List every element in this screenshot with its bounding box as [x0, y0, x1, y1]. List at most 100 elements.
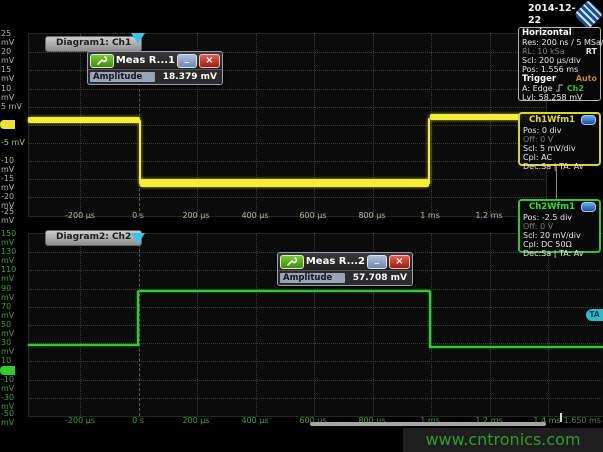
ch2-trace-low-left [28, 344, 138, 346]
pos-value: -2.5 div [542, 213, 572, 222]
meas1-settings-button[interactable] [90, 54, 114, 68]
trigger-type: Edge [533, 84, 553, 93]
y-axis-label: 130 mV [1, 247, 26, 265]
meas2-value: 57.708 mV [345, 273, 410, 283]
x-axis-label: 800 µs [358, 211, 385, 220]
x-axis-label: 400 µs [241, 416, 268, 425]
gridline [29, 361, 603, 362]
ch2-trace-rising-edge [137, 291, 139, 346]
ch2-panel-header: Ch2Wfm1 [523, 202, 596, 212]
gridline [548, 234, 549, 416]
ch2-trace-high [138, 290, 430, 292]
y-axis-label: 25 mV [1, 29, 26, 47]
ch1-dec-row: Dec:Sa | TA: Av [523, 162, 596, 171]
ch1-cpl-row: Cpl: AC [523, 153, 596, 162]
trigger-position-marker[interactable] [131, 233, 145, 244]
meas2-minimize-button[interactable]: _ [367, 255, 387, 269]
gridline [80, 234, 81, 416]
off-value: 0 V [540, 222, 553, 231]
ch1-panel-title: Ch1Wfm1 [523, 116, 581, 125]
horizontal-panel-title: Horizontal [522, 29, 597, 38]
gridline [29, 161, 546, 162]
trigger-title-row: Auto Trigger [522, 74, 597, 84]
ch2-trace-low-right [430, 346, 603, 348]
ch1-trace-falling-edge [139, 120, 141, 184]
meas1-close-button[interactable]: × [199, 54, 220, 68]
x-axis-end-label: 1.650 ms [564, 416, 601, 425]
ch1-waveform-panel[interactable]: Ch1Wfm1 Pos: 0 div Off: 0 V Scl: 5 mV/di… [518, 112, 601, 166]
ch2-dec-row: Dec:Sa | TA: Av [523, 249, 596, 258]
meas2-param-label: Amplitude [280, 273, 345, 283]
meas1-minimize-button[interactable]: _ [177, 54, 197, 68]
y-axis-label: -5 mV [1, 138, 26, 147]
meas2-settings-button[interactable] [280, 255, 304, 269]
meas-result-popup-1[interactable]: Meas R...1 _ × Amplitude 18.379 mV [87, 51, 223, 85]
resolution-row: Res: 200 ns / 5 MSa/s [522, 38, 597, 47]
trigger-level-row: Lvl: 58.258 mV [522, 93, 597, 102]
cpl-value: DC 50Ω [541, 240, 572, 249]
ch2-waveform-panel[interactable]: Ch2Wfm1 Pos: -2.5 div Off: 0 V Scl: 20 m… [518, 199, 601, 253]
x-axis-label: 200 µs [182, 211, 209, 220]
ch2-off-row: Off: 0 V [523, 222, 596, 231]
cpl-label: Cpl: [523, 153, 539, 162]
gridline [29, 307, 603, 308]
panel-connector-line [556, 166, 557, 199]
cpl-label: Cpl: [523, 240, 539, 249]
y-axis-label: 10 mV [1, 84, 26, 102]
meas-result-popup-2[interactable]: Meas R...2 _ × Amplitude 57.708 mV [277, 252, 413, 286]
scl-value: 5 mV/div [540, 144, 576, 153]
gridline [314, 34, 315, 216]
gridline [490, 34, 491, 216]
y-axis-label: -50 mV [1, 409, 26, 427]
trigger-mode-badge: Auto [576, 74, 597, 83]
trigger-source: Ch2 [567, 84, 584, 93]
y-axis-label: -15 mV [1, 174, 26, 192]
horizontal-scrollbar[interactable] [310, 422, 546, 426]
meas2-header: Meas R...2 _ × [278, 253, 412, 270]
ch1-trace-low [140, 179, 429, 187]
gridline [29, 107, 546, 108]
edge-icon [555, 84, 564, 92]
wrench-icon [96, 55, 108, 66]
ch2-cpl-row: Cpl: DC 50Ω [523, 240, 596, 249]
meas1-param-label: Amplitude [90, 72, 155, 82]
gridline [80, 34, 81, 216]
trigger-level-badge[interactable]: TA [586, 309, 603, 321]
ch1-trace-rising-edge [428, 118, 430, 184]
ch2-scl-row: Scl: 20 mV/div [523, 231, 596, 240]
gridline [29, 125, 546, 126]
ch2-panel-title: Ch2Wfm1 [523, 203, 581, 212]
panel-options-icon[interactable] [581, 202, 596, 212]
trigger-panel-title: Trigger [522, 74, 556, 84]
ch2-ground-marker[interactable]: C2 [0, 366, 15, 375]
tab-diagram1[interactable]: Diagram1: Ch1 [45, 36, 142, 52]
gridline [29, 325, 603, 326]
watermark: www.cntronics.com [403, 428, 603, 452]
ch2-pos-row: Pos: -2.5 div [523, 213, 596, 222]
trigger-a-row: A: Edge Ch2 [522, 84, 597, 93]
horizontal-settings-panel[interactable]: Horizontal Res: 200 ns / 5 MSa/s RTRL: 1… [518, 27, 601, 101]
y-axis-label: -10 mV [1, 375, 26, 393]
gridline [29, 197, 546, 198]
wrench-icon [286, 256, 298, 267]
y-axis-label: 150 mV [1, 229, 26, 247]
ch1-ground-marker[interactable]: C1 [0, 120, 15, 129]
off-label: Off: [523, 135, 538, 144]
y-axis-label: -25 mV [1, 207, 26, 225]
meas2-close-button[interactable]: × [389, 255, 410, 269]
y-axis-label: 50 mV [1, 320, 26, 338]
x-axis-label: -200 µs [65, 416, 95, 425]
scl-label: Scl: [523, 144, 537, 153]
tab-diagram2[interactable]: Diagram2: Ch2 [45, 230, 142, 246]
trigger-position-marker[interactable] [131, 33, 145, 44]
gridline [197, 234, 198, 416]
panel-options-icon[interactable] [581, 115, 596, 125]
gridline [256, 34, 257, 216]
trigger-a-label: A: [522, 84, 530, 93]
meas1-value: 18.379 mV [155, 72, 220, 82]
lvl-value: 58.258 mV [539, 93, 583, 102]
gridline [431, 234, 432, 416]
y-axis-label: 20 mV [1, 47, 26, 65]
horizontal-position-marker[interactable] [560, 413, 562, 422]
meas1-result-row: Amplitude 18.379 mV [88, 69, 222, 84]
